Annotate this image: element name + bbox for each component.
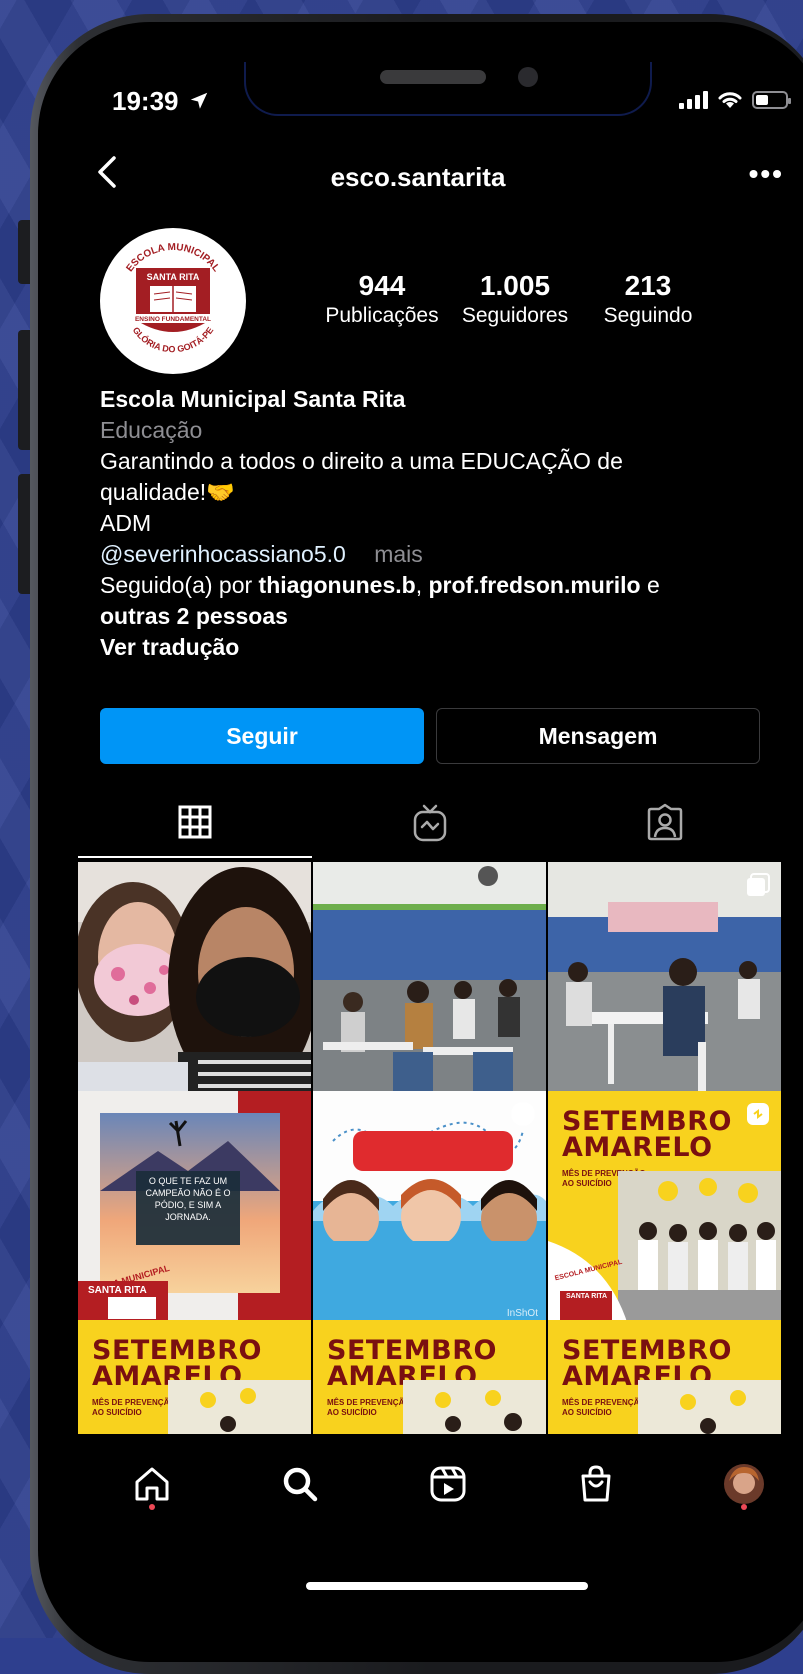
logo-school-name: SANTA RITA [147,272,200,282]
cellular-signal-icon [679,91,708,109]
profile-avatar-icon [724,1464,764,1504]
home-indicator[interactable] [306,1582,588,1590]
post-1[interactable] [78,862,311,1096]
notch [244,62,652,116]
grid-icon [178,805,212,839]
post-6-photo [618,1171,781,1325]
mutual-follower-2[interactable]: prof.fredson.murilo [429,572,641,598]
following-count: 213 [624,270,672,301]
post-6-title-2: AMARELO [562,1132,713,1163]
profile-notification-dot [741,1504,747,1510]
status-icons [679,90,791,110]
bio-mention-link[interactable]: @severinhocassiano5.0 [100,541,346,567]
carousel-icon [747,873,770,896]
post-8-subtitle-1: MÊS DE PREVENÇÃO [327,1398,411,1407]
igtv-icon [413,804,447,842]
profile-category: Educação [100,417,203,443]
search-icon [283,1467,318,1502]
status-time: 19:39 [112,86,179,116]
post-8[interactable]: SETEMBRO AMARELO MÊS DE PREVENÇÃO AO SUI… [313,1320,546,1434]
more-options-icon[interactable]: ••• [749,158,784,190]
follow-button[interactable]: Seguir [100,708,424,764]
quote-text: O QUE TE FAZ UM CAMPEÃO NÃO É O PÓDIO, E… [145,1176,231,1222]
nav-shop[interactable] [566,1454,626,1514]
post-6-logo [548,1241,628,1325]
post-4[interactable]: O QUE TE FAZ UM CAMPEÃO NÃO É O PÓDIO, E… [78,1091,311,1325]
reels-badge-icon [511,1102,535,1126]
post-9-photo [638,1380,781,1434]
post-2[interactable] [313,862,546,1096]
tab-tagged[interactable] [548,788,782,858]
posts-count: 944 [358,270,406,301]
logo-subtitle: ENSINO FUNDAMENTAL [135,316,211,323]
post-6[interactable]: SETEMBRO AMARELO MÊS DE PREVENÇÃO AO SUI… [548,1091,781,1325]
reels-icon [430,1466,466,1502]
stat-following[interactable]: 213 Seguindo [578,270,718,328]
tagged-person-icon [647,803,683,841]
bio-more-link[interactable]: mais [374,541,423,567]
stat-posts[interactable]: 944 Publicações [312,270,452,328]
reels-icon [747,1103,769,1125]
post-7-subtitle-2: AO SUICÍDIO [92,1408,142,1417]
followed-by-prefix: Seguido(a) por [100,572,259,598]
see-translation-link[interactable]: Ver tradução [100,632,740,663]
school-logo: ESCOLA MUNICIPAL GLÓRIA DO GOITÁ-PE SANT… [103,231,243,371]
post-9-subtitle-1: MÊS DE PREVENÇÃO [562,1398,646,1407]
profile-bio: Escola Municipal Santa Rita Educação Gar… [100,384,740,663]
followers-label: Seguidores [461,304,569,327]
post-8-photo [403,1380,546,1434]
post-8-subtitle-2: AO SUICÍDIO [327,1408,377,1417]
profile-tabs [78,788,782,858]
profile-avatar[interactable]: ESCOLA MUNICIPAL GLÓRIA DO GOITÁ-PE SANT… [100,228,246,374]
tab-posts-grid[interactable] [78,788,312,858]
phone-screen: 19:39 esco.santarita ••• ESCOLA MUNICIPA… [78,62,803,1602]
post-2-photo [313,862,546,1096]
nav-home[interactable] [122,1454,182,1514]
post-6-subtitle-2: AO SUICÍDIO [562,1179,612,1188]
post-5[interactable]: InShOt [313,1091,546,1325]
nav-search[interactable] [270,1454,330,1514]
quote-badge: SANTA RITA [88,1285,147,1296]
battery-icon [752,91,791,109]
front-camera [518,67,538,87]
speaker [380,70,486,84]
followed-by-conjunction: e [640,572,660,598]
home-icon [135,1467,169,1501]
profile-username: esco.santarita [330,162,506,192]
nav-profile[interactable] [714,1454,774,1514]
following-label: Seguindo [603,304,693,327]
posts-label: Publicações [325,304,439,327]
stat-followers[interactable]: 1.005 Seguidores [445,270,585,328]
shopping-bag-icon [581,1465,611,1502]
message-button[interactable]: Mensagem [436,708,760,764]
bottom-navigation [78,1439,803,1529]
profile-display-name: Escola Municipal Santa Rita [100,386,406,412]
location-arrow-icon [190,92,208,109]
followers-count: 1.005 [479,270,551,301]
wifi-icon [718,92,742,108]
bio-line-2: qualidade!🤝 [100,479,235,505]
home-notification-dot [149,1504,155,1510]
post-7[interactable]: SETEMBRO AMARELO MÊS DE PREVENÇÃO AO SUI… [78,1320,311,1434]
post-7-photo [168,1380,311,1434]
followed-by-separator: , [415,572,429,598]
mutual-follower-1[interactable]: thiagonunes.b [259,572,416,598]
inshot-watermark: InShOt [506,1308,538,1319]
post-7-subtitle-1: MÊS DE PREVENÇÃO [92,1398,176,1407]
tab-igtv[interactable] [313,788,547,858]
bio-line-3: ADM [100,510,152,536]
post-9-subtitle-2: AO SUICÍDIO [562,1408,612,1417]
post-6-badge: SANTA RITA [566,1293,608,1300]
bio-line-1: Garantindo a todos o direito a uma EDUCA… [100,448,623,474]
post-1-photo [78,862,311,1096]
post-9[interactable]: SETEMBRO AMARELO MÊS DE PREVENÇÃO AO SUI… [548,1320,781,1434]
mutual-followers-others[interactable]: outras 2 pessoas [100,601,740,632]
nav-reels[interactable] [418,1454,478,1514]
post-3[interactable] [548,862,781,1096]
